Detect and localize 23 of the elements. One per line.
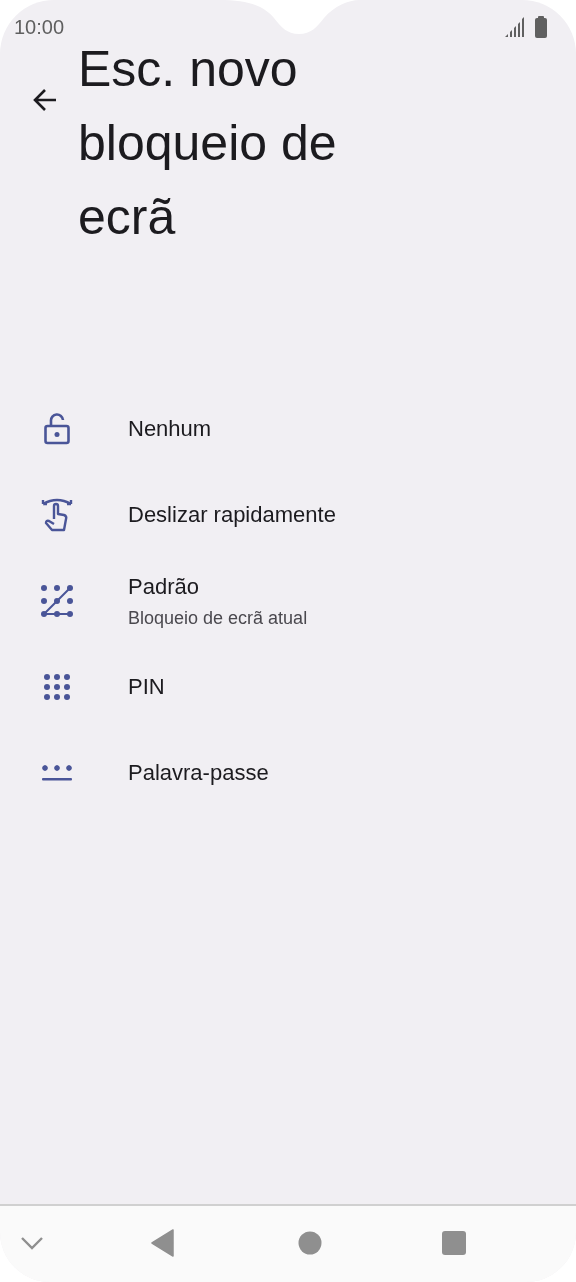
battery-icon [534,16,548,38]
pattern-dots-icon [41,585,73,617]
page-title: Esc. novo bloqueio de ecrã [78,40,338,247]
home-button[interactable] [298,1231,322,1255]
lock-option[interactable]: Nenhum [0,386,576,472]
option-subtitle: Bloqueio de ecrã atual [128,607,308,629]
option-label: Palavra-passe [128,760,269,786]
lock-option[interactable]: Deslizar rapidamente [0,472,576,558]
back-nav-button[interactable] [151,1229,175,1257]
swipe-gesture-icon [40,497,74,533]
option-label: Padrão [128,573,200,600]
masked-password-icon [41,764,73,782]
lock-option[interactable]: Padrão Bloqueio de ecrã atual [0,558,576,644]
option-label: PIN [128,674,165,700]
lock-option[interactable]: Palavra-passe [0,730,576,816]
status-time: 10:00 [14,15,65,39]
lock-option[interactable]: PIN [0,644,576,730]
signal-icon [504,16,526,38]
padlock-icon [43,413,71,445]
collapse-button[interactable] [21,1236,43,1250]
keypad-icon [43,673,71,701]
option-label: Deslizar rapidamente [128,502,336,528]
option-label: Nenhum [128,416,212,442]
